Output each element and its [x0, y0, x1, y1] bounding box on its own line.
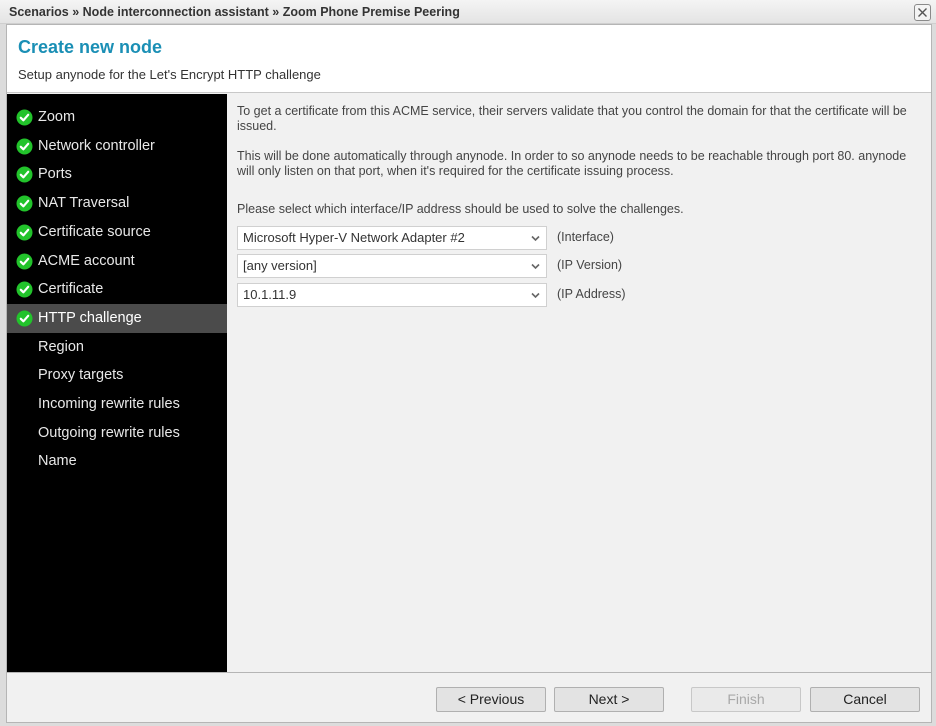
check-circle-icon	[16, 253, 33, 269]
previous-button[interactable]: < Previous	[436, 687, 546, 712]
sidebar-step-label: Name	[38, 453, 77, 470]
page-title: Create new node	[18, 37, 163, 57]
interface-select[interactable]: Microsoft Hyper-V Network Adapter #2	[237, 226, 547, 250]
chevron-down-icon	[531, 292, 540, 299]
sidebar-step-network-controller[interactable]: Network controller	[7, 132, 227, 161]
wizard-steps-sidebar: Zoom Network controller Ports NAT Traversal…	[7, 94, 227, 672]
ip-address-select[interactable]: 10.1.11.9	[237, 283, 547, 307]
sidebar-step-label: Certificate source	[38, 223, 151, 240]
check-circle-icon	[16, 281, 33, 298]
chevron-down-icon	[531, 263, 540, 270]
sidebar-step-label: Ports	[38, 166, 72, 183]
interface-label: (Interface)	[557, 230, 614, 244]
sidebar-step-region[interactable]: Region	[7, 333, 227, 362]
sidebar-step-certificate[interactable]: Certificate	[7, 275, 227, 304]
sidebar-step-nat-traversal[interactable]: NAT Traversal	[7, 189, 227, 218]
close-button[interactable]	[914, 4, 931, 21]
step-content: To get a certificate from this ACME serv…	[227, 94, 931, 672]
sidebar-step-label: Outgoing rewrite rules	[38, 424, 180, 441]
sidebar-step-label: Incoming rewrite rules	[38, 396, 180, 412]
wizard-dialog: Create new node Setup anynode for the Le…	[6, 24, 932, 723]
next-button[interactable]: Next >	[554, 687, 664, 712]
ip-version-select-value: [any version]	[243, 258, 317, 273]
sidebar-step-ports[interactable]: Ports	[7, 160, 227, 189]
check-circle-icon	[16, 109, 33, 126]
finish-button[interactable]: Finish	[691, 687, 801, 712]
ip-address-select-value: 10.1.11.9	[243, 287, 297, 302]
check-circle-icon	[16, 224, 33, 241]
page-subtitle: Setup anynode for the Let's Encrypt HTTP…	[18, 67, 321, 82]
wizard-footer: < Previous Next > Finish Cancel	[7, 672, 931, 722]
check-circle-icon	[16, 195, 33, 212]
breadcrumb: Scenarios » Node interconnection assista…	[9, 5, 460, 19]
sidebar-step-label: NAT Traversal	[38, 195, 130, 212]
sidebar-step-http-challenge[interactable]: HTTP challenge	[7, 303, 227, 333]
intro-paragraph: To get a certificate from this ACME serv…	[237, 104, 907, 133]
ip-address-label: (IP Address)	[557, 287, 626, 301]
window-titlebar: Scenarios » Node interconnection assista…	[0, 0, 936, 24]
sidebar-step-label: Proxy targets	[38, 367, 124, 384]
close-x-icon	[918, 8, 927, 17]
port-paragraph: This will be done automatically through …	[237, 149, 907, 178]
sidebar-step-incoming-rewrite-rules[interactable]: Incoming rewrite rules	[7, 390, 227, 419]
sidebar-step-name[interactable]: Name	[7, 447, 227, 476]
sidebar-step-label: HTTP challenge	[38, 309, 142, 326]
ip-version-label: (IP Version)	[557, 258, 623, 272]
check-circle-icon	[16, 138, 33, 155]
check-circle-icon	[16, 310, 33, 327]
sidebar-step-certificate-source[interactable]: Certificate source	[7, 218, 227, 247]
ip-version-select[interactable]: [any version]	[237, 254, 547, 278]
sidebar-step-label: Zoom	[38, 109, 76, 125]
wizard-header: Create new node Setup anynode for the Le…	[7, 25, 931, 93]
sidebar-step-proxy-targets[interactable]: Proxy targets	[7, 361, 227, 390]
sidebar-step-label: Network controller	[38, 137, 155, 154]
sidebar-step-acme-account[interactable]: ACME account	[7, 247, 227, 276]
chevron-down-icon	[531, 235, 540, 242]
sidebar-step-zoom[interactable]: Zoom	[7, 103, 227, 132]
sidebar-step-label: Certificate	[38, 281, 104, 298]
sidebar-step-label: ACME account	[38, 252, 135, 269]
cancel-button[interactable]: Cancel	[810, 687, 920, 712]
sidebar-step-outgoing-rewrite-rules[interactable]: Outgoing rewrite rules	[7, 419, 227, 448]
sidebar-step-label: Region	[38, 338, 84, 355]
select-instruction: Please select which interface/IP address…	[237, 202, 684, 216]
check-circle-icon	[16, 166, 33, 183]
interface-select-value: Microsoft Hyper-V Network Adapter #2	[243, 230, 465, 245]
